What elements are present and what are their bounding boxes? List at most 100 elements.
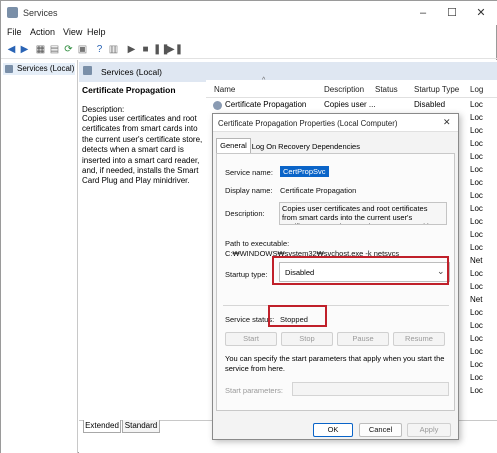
separator — [223, 305, 449, 306]
forward-icon[interactable]: ▶ — [18, 43, 31, 56]
tab-standard[interactable]: Standard — [122, 420, 160, 433]
console-icon[interactable]: ▥ — [107, 43, 120, 56]
path-label: Path to executable: — [225, 239, 290, 248]
description-textbox[interactable]: Copies user certificates and root certif… — [279, 202, 447, 225]
show-hide-tree-icon[interactable]: ▦ — [34, 43, 47, 56]
sort-ascending-icon: ^ — [262, 77, 266, 84]
table-row[interactable]: Certificate Propagation Copies user ... … — [206, 99, 497, 112]
row-log: Loc — [470, 321, 483, 330]
menu-action[interactable]: Action — [30, 27, 55, 37]
services-app-icon — [7, 7, 18, 18]
description-label: Description: — [225, 209, 265, 218]
start-params-help-text: You can specify the start parameters tha… — [225, 354, 445, 373]
menu-bar: File Action View Help — [1, 25, 497, 41]
properties-icon[interactable]: ▤ — [48, 43, 61, 56]
row-log: Loc — [470, 386, 483, 395]
row-log: Loc — [470, 100, 483, 109]
display-name-value: Certificate Propagation — [280, 186, 357, 195]
tab-log-on[interactable]: Log On — [251, 140, 277, 153]
row-log: Loc — [470, 373, 483, 382]
restart-service-icon[interactable]: ▶❚ — [167, 43, 183, 56]
row-log: Loc — [470, 282, 483, 291]
service-status-label: Service status: — [225, 315, 275, 324]
title-bar: Services – ☐ ✕ — [1, 1, 497, 25]
startup-type-highlight — [272, 256, 449, 285]
start-button[interactable]: Start — [225, 332, 277, 346]
stop-service-icon[interactable]: ■ — [139, 43, 152, 56]
close-icon[interactable]: ✕ — [473, 5, 489, 21]
menu-file[interactable]: File — [7, 27, 22, 37]
startup-type-label: Startup type: — [225, 270, 268, 279]
row-log: Loc — [470, 308, 483, 317]
row-log: Loc — [470, 360, 483, 369]
row-log: Net — [470, 295, 483, 304]
tree-item-services-local[interactable]: Services (Local) — [3, 63, 75, 75]
pause-service-icon[interactable]: ❚❚ — [153, 43, 170, 56]
row-log: Loc — [470, 113, 483, 122]
dialog-close-icon[interactable]: ✕ — [443, 117, 451, 128]
dialog-title: Certificate Propagation Properties (Loca… — [218, 119, 398, 128]
tab-general[interactable]: General — [216, 138, 251, 153]
cancel-button[interactable]: Cancel — [359, 423, 402, 437]
services-header-icon — [83, 66, 92, 75]
description-pane: Certificate Propagation Description: Cop… — [82, 85, 205, 187]
console-tree: Services (Local) — [1, 60, 78, 453]
main-header: Services (Local) — [79, 62, 497, 82]
row-log: Loc — [470, 126, 483, 135]
row-description: Copies user ... — [324, 100, 376, 109]
row-name: Certificate Propagation — [225, 100, 307, 109]
tab-recovery[interactable]: Recovery — [278, 140, 310, 153]
start-params-label: Start parameters: — [225, 386, 283, 395]
refresh-icon[interactable]: ⟳ — [62, 43, 75, 56]
row-log: Loc — [470, 165, 483, 174]
row-log: Loc — [470, 243, 483, 252]
minimize-icon[interactable]: – — [415, 5, 431, 21]
back-icon[interactable]: ◀ — [5, 43, 18, 56]
tree-item-label: Services (Local) — [17, 64, 75, 73]
service-name-label: Service name: — [225, 168, 273, 177]
col-log-on-as[interactable]: Log — [470, 85, 483, 94]
start-params-input[interactable] — [292, 382, 449, 396]
col-startup-type[interactable]: Startup Type — [414, 85, 459, 94]
row-log: Loc — [470, 230, 483, 239]
selected-service-name: Certificate Propagation — [82, 85, 176, 95]
gear-icon — [213, 101, 222, 110]
tab-dependencies[interactable]: Dependencies — [312, 140, 360, 153]
col-name[interactable]: Name — [214, 85, 235, 94]
row-log: Net — [470, 256, 483, 265]
service-status-highlight — [268, 305, 327, 327]
col-description[interactable]: Description — [324, 85, 364, 94]
main-header-title: Services (Local) — [101, 67, 162, 77]
row-log: Loc — [470, 152, 483, 161]
display-name-label: Display name: — [225, 186, 273, 195]
ok-button[interactable]: OK — [313, 423, 353, 437]
services-node-icon — [5, 65, 13, 73]
stop-button[interactable]: Stop — [281, 332, 333, 346]
toolbar: ◀ ▶ ▦ ▤ ⟳ ▣ ? ▥ ▶ ■ ❚❚ ▶❚ — [1, 41, 497, 59]
window-title: Services — [23, 8, 58, 18]
row-log: Loc — [470, 217, 483, 226]
row-log: Loc — [470, 191, 483, 200]
dialog-title-bar: Certificate Propagation Properties (Loca… — [213, 114, 458, 132]
row-log: Loc — [470, 139, 483, 148]
maximize-icon[interactable]: ☐ — [444, 5, 460, 21]
description-text: Copies user certificates and root certif… — [82, 114, 203, 186]
row-log: Loc — [470, 334, 483, 343]
resume-button[interactable]: Resume — [393, 332, 445, 346]
row-log: Loc — [470, 204, 483, 213]
pause-button[interactable]: Pause — [337, 332, 389, 346]
row-log: Loc — [470, 347, 483, 356]
start-service-icon[interactable]: ▶ — [125, 43, 138, 56]
help-icon[interactable]: ? — [93, 43, 106, 56]
menu-help[interactable]: Help — [87, 27, 106, 37]
row-log: Loc — [470, 178, 483, 187]
apply-button[interactable]: Apply — [407, 423, 451, 437]
row-log: Loc — [470, 269, 483, 278]
col-status[interactable]: Status — [375, 85, 398, 94]
service-name-value: CertPropSvc — [280, 166, 329, 177]
tab-extended[interactable]: Extended — [83, 420, 121, 433]
export-list-icon[interactable]: ▣ — [76, 43, 89, 56]
row-startup: Disabled — [414, 100, 446, 109]
menu-view[interactable]: View — [63, 27, 82, 37]
description-label: Description: — [82, 105, 125, 114]
